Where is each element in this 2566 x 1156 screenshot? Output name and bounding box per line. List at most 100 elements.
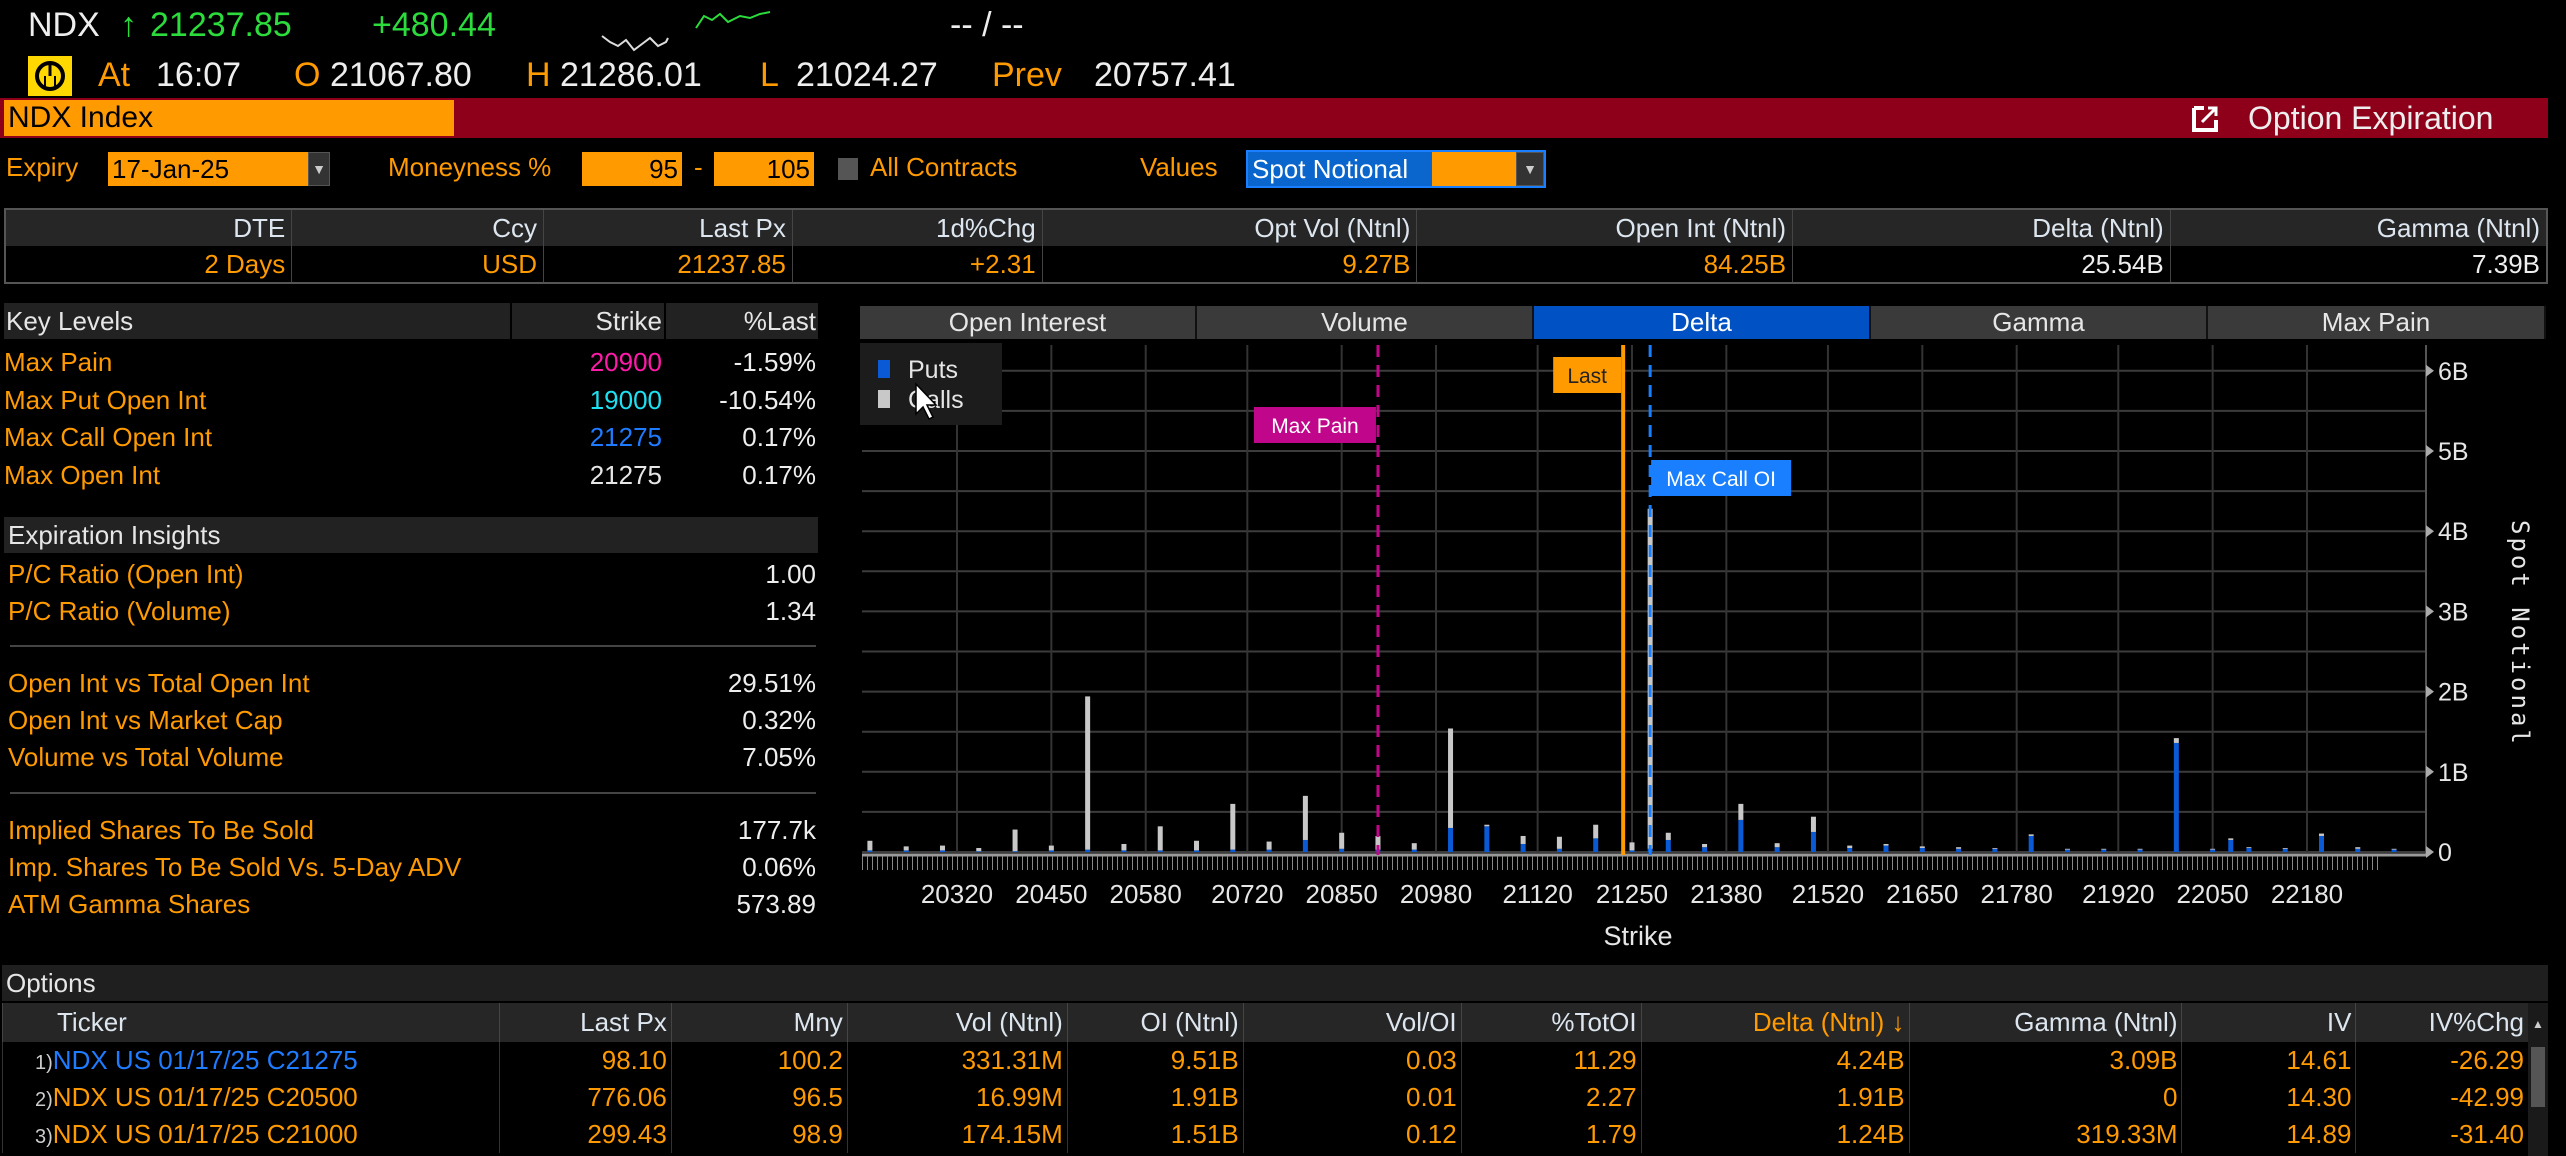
expiry-dropdown[interactable]: 17-Jan-25 [108,152,308,186]
call-bar [2355,847,2361,849]
option-cell: 98.9 [670,1116,848,1153]
ticker-cell[interactable]: 2)NDX US 01/17/25 C20500 [2,1079,500,1116]
options-scrollbar[interactable]: ▲ [2528,1003,2548,1156]
y-tick-mark [2426,364,2434,377]
insight-label: Open Int vs Total Open Int [8,668,310,698]
minor-tick-marks [862,856,2382,870]
ticker-cell[interactable]: 1)NDX US 01/17/25 C21275 [2,1042,500,1079]
column-header[interactable]: IV [2181,1003,2356,1042]
call-bar [1883,843,1889,846]
tab-gamma[interactable]: Gamma [1871,306,2208,339]
security-field[interactable]: NDX Index [4,100,454,136]
put-bar [2282,848,2288,852]
all-contracts-checkbox[interactable] [838,158,858,180]
put-bar [1339,848,1345,852]
put-bar [2028,835,2034,852]
x-tick-label: 21120 [1502,879,1572,909]
call-bar [1085,696,1091,850]
scroll-up-icon[interactable]: ▲ [2528,1017,2548,1031]
open-label: O [294,56,321,94]
put-bar [1992,848,1998,852]
x-tick-label: 21780 [1981,879,2053,909]
summary-header: Last Px [543,209,793,246]
summary-value: 84.25B [1416,246,1793,283]
x-tick-label: 20320 [921,879,993,909]
marker-label: Max Pain [1271,415,1359,438]
chevron-down-icon[interactable]: ▼ [308,152,330,186]
insight-label: Implied Shares To Be Sold [8,815,314,845]
column-header[interactable]: Delta (Ntnl) ↓ [1640,1003,1910,1042]
mouse-cursor-icon [915,382,938,421]
option-cell: 14.89 [2181,1116,2356,1153]
ticker-cell[interactable]: 3)NDX US 01/17/25 C21000 [2,1116,500,1153]
up-arrow-icon: ↑ [120,6,137,44]
column-header[interactable]: Ticker [2,1003,500,1042]
values-dropdown[interactable]: Spot Notional ▼ [1246,150,1546,188]
quote-time: 16:07 [156,56,242,94]
tab-open-interest[interactable]: Open Interest [860,306,1197,339]
option-row[interactable]: 3)NDX US 01/17/25 C21000 299.43 98.9 174.15… [2,1116,2528,1153]
y-axis-title: Spot Notional [2506,520,2534,747]
tab-volume[interactable]: Volume [1197,306,1534,339]
insight-value: 7.05% [742,742,816,772]
option-cell: 1.24B [1640,1116,1910,1153]
tab-delta[interactable]: Delta [1534,306,1871,339]
column-header[interactable]: Gamma (Ntnl) [1908,1003,2182,1042]
option-ticker-link[interactable]: NDX US 01/17/25 C21000 [53,1119,358,1149]
marker-label: Last [1567,365,1607,388]
y-tick-label: 2B [2438,679,2469,707]
y-tick-mark [2426,605,2434,618]
option-cell: 2.27 [1460,1079,1642,1116]
y-tick-label: 6B [2438,358,2469,386]
call-bar [1302,795,1308,840]
tab-max-pain[interactable]: Max Pain [2208,306,2546,339]
call-bar [1484,824,1490,827]
x-tick-label: 20980 [1400,879,1472,909]
option-ticker-link[interactable]: NDX US 01/17/25 C20500 [53,1082,358,1112]
insights-title: Expiration Insights [4,517,818,553]
external-link-icon[interactable] [2190,104,2222,141]
call-bar [1375,835,1381,850]
option-row[interactable]: 2)NDX US 01/17/25 C20500 776.06 96.5 16.99M… [2,1079,2528,1116]
put-bar [1484,826,1490,852]
call-bar [1919,846,1925,848]
x-tick-label: 21380 [1690,879,1762,909]
put-bar [2101,849,2107,852]
divider [10,645,816,647]
options-table: Ticker Last Px Mny Vol (Ntnl) OI (Ntnl) Vol/O… [2,1003,2528,1153]
column-header[interactable]: %TotOI [1460,1003,1642,1042]
column-header[interactable]: OI (Ntnl) [1066,1003,1244,1042]
call-bar [1847,845,1853,848]
key-level-strike[interactable]: 19000 [590,385,662,416]
column-header[interactable]: IV%Chg [2355,1003,2528,1042]
scroll-thumb[interactable] [2531,1047,2545,1107]
moneyness-low-input[interactable]: 95 [582,152,682,186]
call-bar [2228,838,2234,840]
insight-value: 0.06% [742,852,816,882]
option-cell: 299.43 [498,1116,672,1153]
x-axis-title: Strike [1603,921,1672,951]
moneyness-high-input[interactable]: 105 [714,152,814,186]
chevron-down-icon[interactable]: ▼ [1516,152,1544,186]
column-header[interactable]: Vol/OI [1242,1003,1462,1042]
insight-label: P/C Ratio (Volume) [8,596,231,626]
key-level-strike[interactable]: 21275 [590,422,662,453]
key-level-pct: -10.54% [719,384,816,415]
call-bar [1593,824,1599,839]
put-bar [2210,849,2216,852]
intraday-sparkline [601,11,771,52]
column-header[interactable]: Last Px [498,1003,672,1042]
y-tick-mark [2426,846,2434,858]
option-ticker-link[interactable]: NDX US 01/17/25 C21275 [53,1045,358,1075]
column-header[interactable]: Vol (Ntnl) [846,1003,1068,1042]
row-number: 1) [35,1052,53,1074]
summary-header: Ccy [291,209,544,246]
divider [10,792,816,794]
key-level-strike[interactable]: 21275 [590,460,662,491]
option-row[interactable]: 1)NDX US 01/17/25 C21275 98.10 100.2 331.31… [2,1042,2528,1079]
put-bar [1375,849,1381,852]
put-bar [939,850,945,852]
column-header[interactable]: Mny [670,1003,848,1042]
key-level-strike[interactable]: 20900 [590,347,662,378]
put-bar [1012,851,1018,852]
